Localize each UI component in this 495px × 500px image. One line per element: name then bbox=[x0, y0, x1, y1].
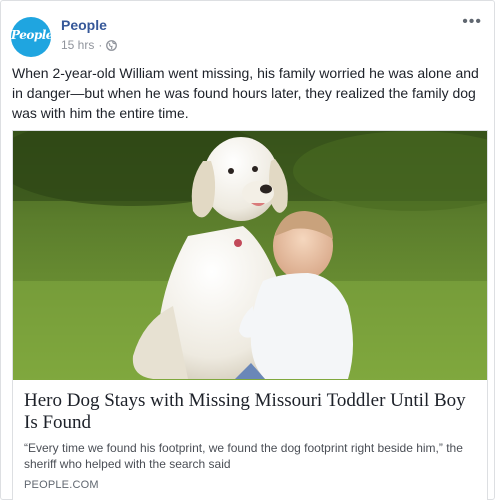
page-name-link[interactable]: People bbox=[61, 17, 107, 33]
meta-separator: · bbox=[98, 38, 103, 52]
link-domain: PEOPLE.COM bbox=[24, 479, 99, 491]
link-description: “Every time we found his footprint, we f… bbox=[24, 441, 463, 471]
globe-icon[interactable] bbox=[106, 39, 118, 51]
post-meta: 15 hrs · bbox=[61, 38, 118, 52]
dog-and-toddler-photo bbox=[13, 131, 487, 380]
post-header: People People 15 hrs · ••• bbox=[11, 14, 484, 57]
link-preview-card[interactable]: Hero Dog Stays with Missing Missouri Tod… bbox=[12, 380, 488, 500]
more-options-icon[interactable]: ••• bbox=[462, 14, 482, 30]
link-preview-image[interactable] bbox=[12, 130, 488, 380]
post-timestamp[interactable]: 15 hrs bbox=[61, 38, 94, 52]
page-avatar[interactable]: People bbox=[11, 17, 51, 57]
link-title[interactable]: Hero Dog Stays with Missing Missouri Tod… bbox=[24, 390, 479, 434]
avatar-logo-text: People bbox=[11, 28, 51, 42]
post-caption: When 2-year-old William went missing, hi… bbox=[12, 65, 479, 121]
feed-post: People People 15 hrs · ••• When 2-year-o… bbox=[0, 0, 495, 500]
